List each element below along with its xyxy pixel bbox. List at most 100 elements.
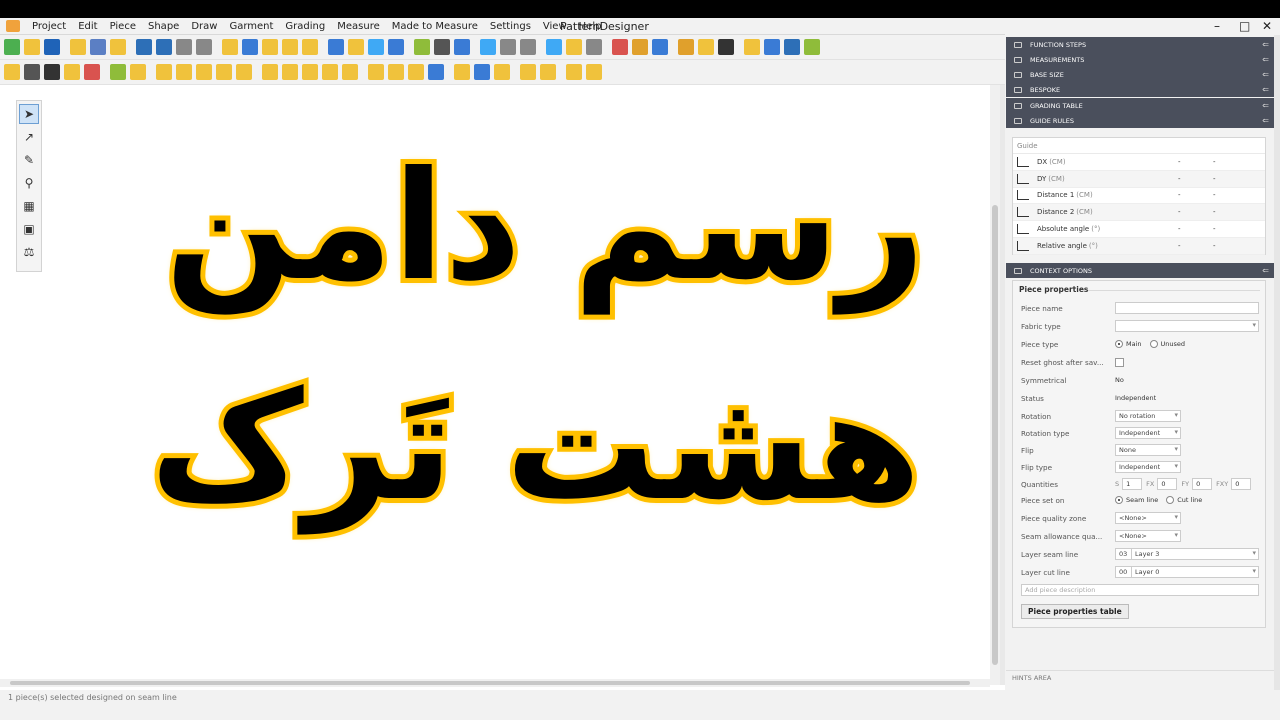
toolbar-tool-icon[interactable] [70,39,86,55]
toolbar-tool-icon[interactable] [328,39,344,55]
select-arrow-icon[interactable]: ➤ [19,104,39,124]
toolbar-tool-icon[interactable] [520,64,536,80]
q-fxy-input[interactable]: 0 [1231,478,1252,490]
toolbar-tool-icon[interactable] [242,39,258,55]
toolbar-tool-icon[interactable] [130,64,146,80]
toolbar-tool-icon[interactable] [698,39,714,55]
toolbar-tool-icon[interactable] [156,64,172,80]
toolbar-tool-icon[interactable] [282,64,298,80]
toolbar-tool-icon[interactable] [428,64,444,80]
vertical-scroll-thumb[interactable] [992,205,998,665]
toolbar-tool-icon[interactable] [136,39,152,55]
menu-grading[interactable]: Grading [279,21,331,32]
toolbar-tool-icon[interactable] [632,39,648,55]
piece-name-input[interactable] [1115,302,1259,314]
toolbar-tool-icon[interactable] [494,64,510,80]
toolbar-tool-icon[interactable] [520,39,536,55]
close-button[interactable]: ✕ [1262,19,1272,33]
toolbar-tool-icon[interactable] [480,39,496,55]
accordion-bespoke[interactable]: BESPOKE ⇐ [1006,82,1274,97]
canvas-vertical-scrollbar[interactable] [990,85,1000,685]
quality-zone-select[interactable]: <None> [1115,512,1181,524]
toolbar-tool-icon[interactable] [24,39,40,55]
toolbar-tool-icon[interactable] [84,64,100,80]
toolbar-tool-icon[interactable] [44,64,60,80]
toolbar-tool-icon[interactable] [322,64,338,80]
reset-ghost-checkbox[interactable] [1115,357,1124,367]
toolbar-tool-icon[interactable] [64,64,80,80]
toolbar-tool-icon[interactable] [388,39,404,55]
accordion-measurements[interactable]: MEASUREMENTS ⇐ [1006,52,1274,67]
toolbar-tool-icon[interactable] [342,64,358,80]
toolbar-tool-icon[interactable] [176,64,192,80]
accordion-context-options[interactable]: CONTEXT OPTIONS ⇐ [1006,263,1274,278]
right-panel-scrollbar[interactable] [1274,35,1280,690]
toolbar-tool-icon[interactable] [262,39,278,55]
toolbar-tool-icon[interactable] [236,64,252,80]
menu-project[interactable]: Project [26,21,72,32]
toolbar-tool-icon[interactable] [454,64,470,80]
accordion-function-steps[interactable]: FUNCTION STEPS ⇐ [1006,37,1274,52]
toolbar-tool-icon[interactable] [44,39,60,55]
layer-cut-number[interactable]: 00 [1115,566,1131,578]
fabric-type-select[interactable] [1115,320,1259,332]
curve-point-icon[interactable]: ↗ [19,127,39,147]
toolbar-tool-icon[interactable] [4,64,20,80]
radio-seam-line[interactable] [1115,496,1123,504]
layer-seam-select[interactable]: Layer 3 [1131,548,1259,560]
toolbar-tool-icon[interactable] [804,39,820,55]
toolbar-tool-icon[interactable] [282,39,298,55]
toolbar-tool-icon[interactable] [744,39,760,55]
toolbar-tool-icon[interactable] [196,64,212,80]
menu-measure[interactable]: Measure [331,21,386,32]
toolbar-tool-icon[interactable] [388,64,404,80]
toolbar-tool-icon[interactable] [586,39,602,55]
toolbar-tool-icon[interactable] [454,39,470,55]
toolbar-tool-icon[interactable] [302,39,318,55]
q-fy-input[interactable]: 0 [1192,478,1213,490]
toolbar-tool-icon[interactable] [368,39,384,55]
q-fx-input[interactable]: 0 [1157,478,1178,490]
minimize-button[interactable]: – [1214,19,1220,33]
radio-cut-line[interactable] [1166,496,1175,504]
toolbar-tool-icon[interactable] [434,39,450,55]
scale-tool-icon[interactable]: ⚖ [19,242,39,262]
toolbar-tool-icon[interactable] [652,39,668,55]
toolbar-tool-icon[interactable] [368,64,384,80]
toolbar-tool-icon[interactable] [216,64,232,80]
menu-settings[interactable]: Settings [484,21,537,32]
accordion-guide-rules[interactable]: GUIDE RULES ⇐ [1006,113,1274,128]
layer-seam-number[interactable]: 03 [1115,548,1131,560]
menu-draw[interactable]: Draw [185,21,223,32]
seam-quality-select[interactable]: <None> [1115,530,1181,542]
menu-edit[interactable]: Edit [72,21,103,32]
toolbar-tool-icon[interactable] [678,39,694,55]
toolbar-tool-icon[interactable] [586,64,602,80]
toolbar-tool-icon[interactable] [196,39,212,55]
toolbar-tool-icon[interactable] [156,39,172,55]
toolbar-tool-icon[interactable] [500,39,516,55]
toolbar-tool-icon[interactable] [110,39,126,55]
toolbar-tool-icon[interactable] [546,39,562,55]
flip-type-select[interactable]: Independent [1115,461,1181,473]
piece-tool-icon[interactable]: ▦ [19,196,39,216]
menu-shape[interactable]: Shape [142,21,185,32]
toolbar-tool-icon[interactable] [474,64,490,80]
toolbar-tool-icon[interactable] [414,39,430,55]
layer-cut-select[interactable]: Layer 0 [1131,566,1259,578]
toolbar-tool-icon[interactable] [302,64,318,80]
toolbar-tool-icon[interactable] [4,39,20,55]
toolbar-tool-icon[interactable] [566,39,582,55]
accordion-base-size[interactable]: BASE SIZE ⇐ [1006,67,1274,82]
toolbar-tool-icon[interactable] [784,39,800,55]
toolbar-tool-icon[interactable] [176,39,192,55]
menu-made-to-measure[interactable]: Made to Measure [386,21,484,32]
toolbar-tool-icon[interactable] [540,64,556,80]
radio-unused[interactable] [1149,340,1158,348]
menu-garment[interactable]: Garment [223,21,279,32]
accordion-grading-table[interactable]: GRADING TABLE ⇐ [1006,98,1274,113]
stamp-tool-icon[interactable]: ▣ [19,219,39,239]
piece-description-input[interactable]: Add piece description [1021,584,1259,596]
canvas-horizontal-scrollbar[interactable] [0,679,990,687]
rotation-type-select[interactable]: Independent [1115,427,1181,439]
